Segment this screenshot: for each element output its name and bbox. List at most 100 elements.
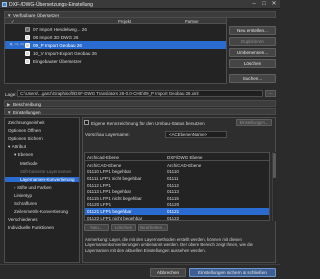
dxf-layer-cell: 01110 — [167, 169, 179, 175]
location-label: Lage: — [5, 92, 17, 97]
tree-item[interactable]: Linientyp — [5, 193, 79, 198]
dxf-layer-cell: 01121 — [167, 208, 180, 214]
archicad-layer-cell: ArchiCAD-Ebene — [87, 162, 122, 168]
table-scroll-thumb[interactable] — [272, 153, 276, 178]
tree-item[interactable]: ▾ Ebenen — [5, 152, 79, 158]
layer-conversion-table[interactable]: Archicad-Ebene DXF/DWG Ebene ArchiCAD-Eb… — [84, 152, 270, 221]
minimize-icon[interactable]: – — [250, 1, 258, 8]
tree-item-label: Stift-basierte Layernamen — [20, 168, 72, 174]
tree-item-label: Optionen Öffnen — [8, 128, 41, 134]
tree-item-label: Schraffuren — [14, 201, 38, 206]
tree-item-label: Zeichnungseinheit — [8, 120, 45, 125]
folder-icon — [25, 26, 30, 32]
translator-row-label: 08 Import 3D DWG 26 — [33, 34, 79, 40]
settings-header[interactable]: ▼ Einstellungen — [4, 108, 276, 115]
archicad-layer-cell: 01113 LFP1 begehbar — [87, 189, 132, 195]
app-icon — [2, 2, 7, 7]
translator-row[interactable]: 08 Import 3D DWG 26 — [5, 33, 226, 41]
list-header-project: Projekt — [118, 18, 132, 24]
status-checkbox[interactable] — [84, 120, 89, 125]
save-close-button[interactable]: Einstellungen sichern & schließen — [189, 268, 276, 277]
dxf-layer-cell: 01113 — [167, 189, 179, 195]
tree-item[interactable]: Layernamen-Konvertierung — [5, 176, 79, 182]
table-row[interactable]: 01122 LFP1 nicht begehbar 01122 — [85, 215, 269, 221]
search-button[interactable]: Suchen... — [229, 74, 276, 83]
tree-item-label: Verschiedenes — [8, 217, 38, 223]
archicad-layer-cell: 01111 LFP1 nicht begehbar — [87, 175, 142, 181]
tree-item-label: Optionen Sichern — [8, 136, 43, 142]
tree-item-label: Layernamen-Konvertierung — [20, 176, 75, 182]
translator-row[interactable]: 07 Import Hendelweg... 26 — [5, 25, 226, 33]
tree-expander-icon[interactable]: ▾ — [14, 152, 16, 157]
layer-delete-button[interactable]: Löschen — [111, 224, 136, 231]
tree-item[interactable]: › Stifte und Farben — [5, 185, 79, 190]
preview-layer-dropdown[interactable]: <ACEbenenName> — [165, 131, 227, 138]
browse-button[interactable]: ··· — [265, 90, 276, 97]
settings-tree[interactable]: Zeichnungseinheit Optionen Öffnen Optionen… — [4, 117, 80, 263]
tree-item-label: Methode — [20, 160, 38, 166]
status-settings-button[interactable]: Einstellungen... — [236, 119, 272, 126]
list-header: ✓ Projekt Partner — [5, 18, 226, 24]
maximize-icon[interactable]: □ — [260, 1, 268, 8]
expand-triangle-icon: ▶ — [7, 101, 11, 107]
delete-button[interactable]: Löschen — [229, 59, 276, 68]
list-header-mark: ✓ — [11, 18, 15, 24]
layer-edit-button[interactable]: Bearbeiten... — [138, 224, 168, 231]
tree-item[interactable]: Schraffuren — [5, 201, 79, 206]
dxf-layer-cell: 01115 — [167, 195, 179, 201]
tree-item[interactable]: Individuelle Funktionen — [5, 225, 79, 230]
tree-item-label: Ebenen — [17, 152, 34, 158]
archicad-layer-cell: 01112 LFP1 — [87, 182, 111, 188]
tree-expander-icon[interactable]: ▾ — [8, 144, 10, 149]
row-status-marks: ✕ ⇨ ⇨ — [9, 42, 25, 48]
translator-row[interactable]: 10_V Import-Export Geobau 26 — [5, 49, 226, 57]
translator-file-icon — [25, 58, 30, 64]
tree-item-label: Individuelle Funktionen — [8, 225, 55, 231]
dxf-layer-cell: ArchiCAD-Ebene — [167, 162, 202, 168]
archicad-layer-cell: 01115 LFP1 nicht begehbar — [87, 195, 142, 201]
translator-file-icon — [25, 50, 30, 56]
translator-row[interactable]: ✕ ⇨ ⇨ 09_P Import Geobau 26 — [5, 41, 226, 49]
collapse-triangle-icon: ▼ — [7, 109, 12, 115]
tree-item-label: Stifte und Farben — [17, 184, 52, 190]
translator-row-label: 10_V Import-Export Geobau 26 — [33, 50, 97, 56]
translator-row-label: 09_P Import Geobau 26 — [33, 42, 82, 48]
tree-item[interactable]: Stift-basierte Layernamen — [5, 169, 79, 174]
translator-row[interactable]: Eingebauter Übersetzer — [5, 57, 226, 65]
table-head-archicad: Archicad-Ebene — [87, 154, 120, 160]
title-bar: DXF-/DWG-Übersetzungs-Einstellung – □ ✕ — [0, 0, 280, 9]
translator-list[interactable]: ✓ Projekt Partner 07 Import Hendelweg...… — [4, 17, 227, 84]
note-text: Anmerkung: Layer, die mit den Layernneth… — [85, 237, 253, 253]
archicad-layer-cell: 01110 LFP1 begehbar — [87, 169, 132, 175]
dxf-layer-cell: 01120 — [167, 202, 180, 208]
translator-row-label: Eingebauter Übersetzer — [33, 58, 82, 64]
tree-item-label: Attribut — [11, 144, 27, 150]
tree-item[interactable]: Optionen Öffnen — [5, 128, 79, 133]
tree-item-label: Linientyp — [14, 192, 33, 198]
table-header: Archicad-Ebene DXF/DWG Ebene — [85, 153, 269, 161]
dxf-layer-cell: 01111 — [167, 175, 179, 181]
table-head-dxf: DXF/DWG Ebene — [167, 154, 203, 160]
rename-button[interactable]: Umbenennen... — [229, 48, 276, 57]
window-title: DXF-/DWG-Übersetzungs-Einstellung — [9, 1, 93, 8]
duplicate-button[interactable]: Duplizieren — [229, 37, 276, 46]
tree-item[interactable]: Verschiedenes — [5, 217, 79, 222]
description-header[interactable]: ▶ Beschreibung — [4, 100, 276, 107]
cancel-button[interactable]: Abbrechen — [150, 268, 186, 277]
archicad-layer-cell: 01120 LFP1 — [87, 202, 112, 208]
archicad-layer-cell: 01122 LFP1 nicht begehbar — [87, 215, 143, 221]
tree-item[interactable]: Methode — [5, 161, 79, 166]
tree-item[interactable]: ▾ Attribut — [5, 144, 79, 150]
dxf-layer-cell: 01112 — [167, 182, 179, 188]
translator-row-label: 07 Import Hendelweg... 26 — [33, 26, 87, 32]
preview-layer-label: Vorschau Layername: — [85, 132, 130, 137]
tree-item-label: Zeilenmetrik-Konvertierung — [14, 209, 69, 215]
tree-item[interactable]: Zeichnungseinheit — [5, 120, 79, 125]
layer-new-button[interactable]: Neu... — [84, 224, 109, 231]
tree-expander-icon[interactable]: › — [14, 185, 16, 190]
tree-item[interactable]: Zeilenmetrik-Konvertierung — [5, 209, 79, 214]
close-icon[interactable]: ✕ — [270, 1, 278, 8]
archicad-layer-cell: 01121 LFP1 begehbar — [87, 208, 132, 214]
new-button[interactable]: Neu erstellen... — [229, 26, 276, 35]
tree-item[interactable]: Optionen Sichern — [5, 136, 79, 141]
